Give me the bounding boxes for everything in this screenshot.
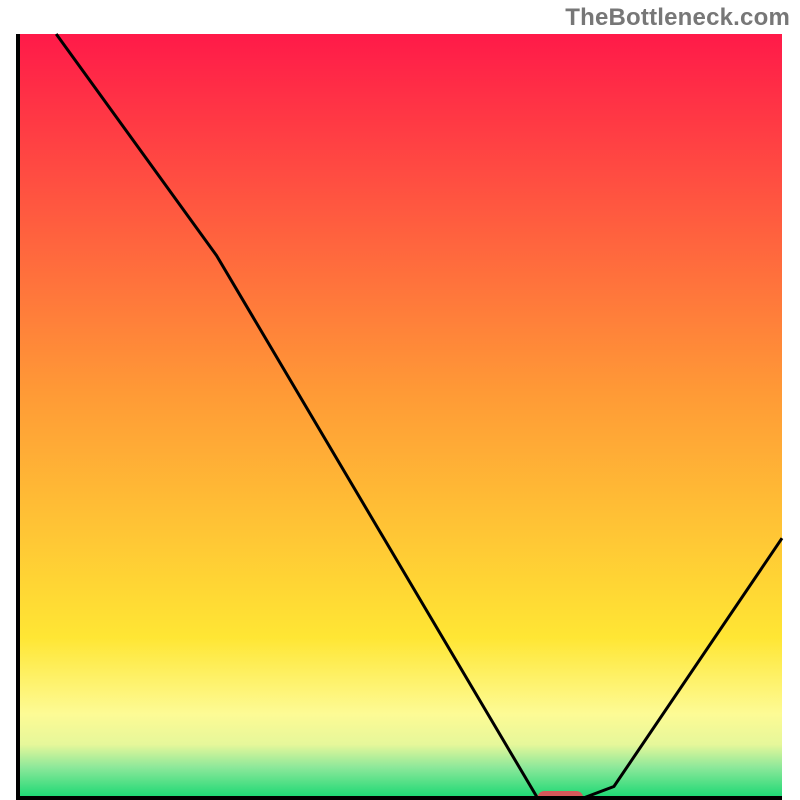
chart-frame: TheBottleneck.com	[0, 0, 800, 800]
gradient-background	[18, 34, 782, 798]
watermark-text: TheBottleneck.com	[565, 4, 790, 32]
bottleneck-chart	[16, 32, 784, 800]
